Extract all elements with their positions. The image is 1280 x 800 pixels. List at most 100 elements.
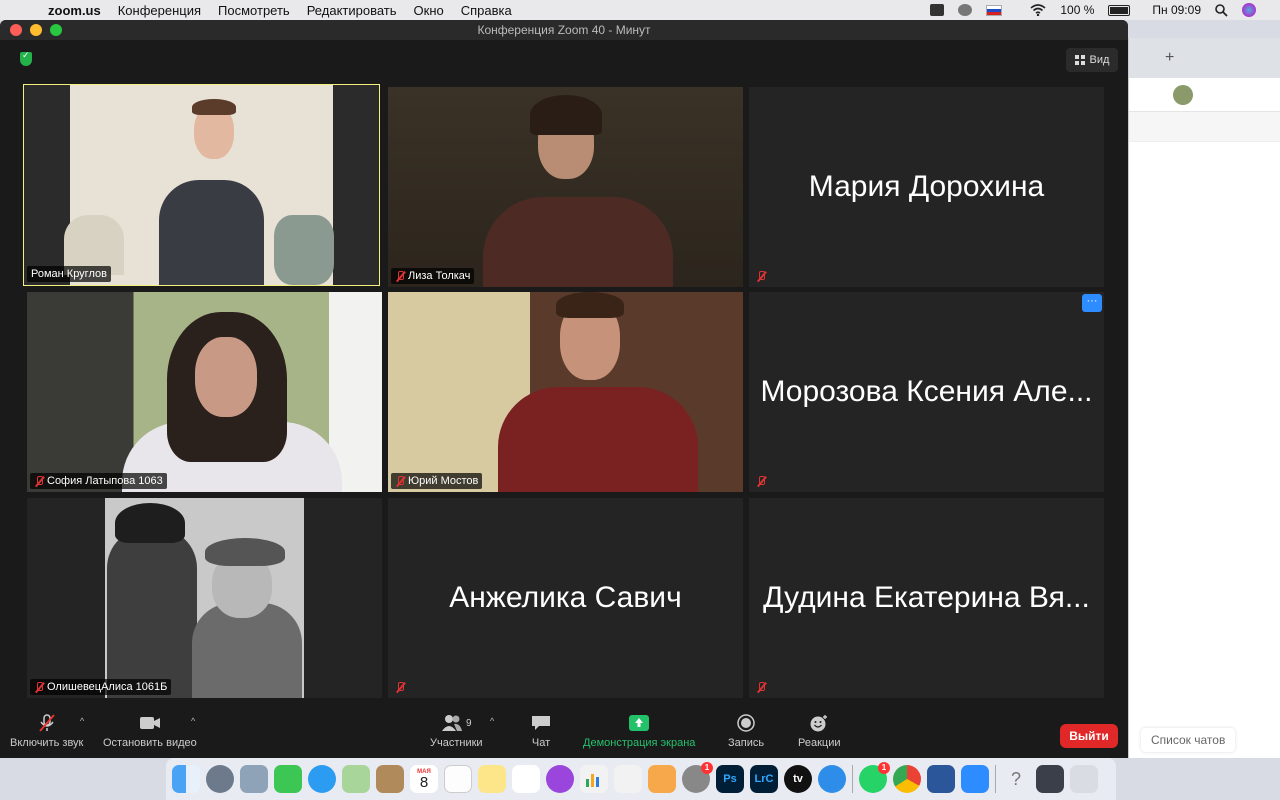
menu-clock[interactable]: Пн 09:09 bbox=[1152, 3, 1201, 17]
zoom-tray-icon[interactable] bbox=[930, 4, 945, 16]
profile-avatar[interactable] bbox=[1173, 84, 1193, 105]
apple-tv-label: tv bbox=[793, 773, 803, 785]
video-tile[interactable]: Лиза Толкач bbox=[388, 87, 743, 287]
input-source-flag-icon[interactable] bbox=[986, 4, 1003, 16]
keynote-icon[interactable] bbox=[614, 765, 642, 793]
video-tile[interactable]: Анжелика Савич bbox=[388, 498, 743, 698]
participant-display-name: Мария Дорохина bbox=[808, 170, 1045, 203]
share-screen-label: Демонстрация экрана bbox=[583, 737, 696, 749]
emoji-reaction-icon bbox=[810, 715, 828, 732]
participant-name-tag: София Латыпова 1063 bbox=[30, 473, 167, 489]
contacts-icon[interactable] bbox=[376, 765, 404, 793]
trash-icon[interactable] bbox=[1070, 765, 1098, 793]
more-options-button[interactable]: ··· bbox=[1082, 294, 1102, 312]
video-tile[interactable]: ОлишевецАлиса 1061Б bbox=[27, 498, 382, 698]
new-tab-icon[interactable]: + bbox=[1165, 49, 1174, 67]
reactions-button[interactable]: Реакции bbox=[798, 714, 841, 749]
video-options-chevron-icon[interactable]: ^ bbox=[191, 716, 195, 726]
window-title: Конференция Zoom 40 - Минут bbox=[477, 23, 651, 37]
siri-icon[interactable] bbox=[1242, 3, 1256, 17]
video-tile[interactable]: София Латыпова 1063 bbox=[27, 292, 382, 492]
preview-icon[interactable] bbox=[240, 765, 268, 793]
chat-button[interactable]: Чат bbox=[530, 714, 552, 749]
window-title-bar: Конференция Zoom 40 - Минут bbox=[0, 20, 1128, 40]
lightroom-classic-icon[interactable]: LrC bbox=[750, 765, 778, 793]
menu-edit[interactable]: Редактировать bbox=[307, 3, 397, 18]
chrome-icon[interactable] bbox=[893, 765, 921, 793]
participants-options-chevron-icon[interactable]: ^ bbox=[490, 716, 494, 726]
podcasts-icon[interactable] bbox=[546, 765, 574, 793]
chat-bubble-icon bbox=[532, 716, 550, 730]
dock-separator bbox=[852, 765, 853, 793]
leave-meeting-button[interactable]: Выйти bbox=[1060, 724, 1118, 748]
safari-icon[interactable] bbox=[818, 765, 846, 793]
notes-icon[interactable] bbox=[478, 765, 506, 793]
muted-microphone-icon bbox=[38, 714, 55, 732]
security-shield-icon[interactable] bbox=[20, 50, 32, 66]
battery-icon[interactable] bbox=[1108, 4, 1131, 16]
video-tile[interactable]: Юрий Мостов bbox=[388, 292, 743, 492]
muted-mic-icon bbox=[34, 475, 44, 487]
photoshop-icon[interactable]: Ps bbox=[716, 765, 744, 793]
menu-window[interactable]: Окно bbox=[414, 3, 444, 18]
calendar-icon[interactable]: МАЯ 8 bbox=[410, 765, 438, 793]
record-button[interactable]: Запись bbox=[728, 714, 764, 749]
finder-icon[interactable] bbox=[172, 765, 200, 793]
pages-icon[interactable] bbox=[648, 765, 676, 793]
participant-name-tag: Юрий Мостов bbox=[391, 473, 483, 489]
video-tile[interactable]: Роман Круглов bbox=[23, 84, 380, 286]
apple-tv-icon[interactable]: tv bbox=[784, 765, 812, 793]
facetime-icon[interactable] bbox=[274, 765, 302, 793]
video-tile[interactable]: Мария Дорохина bbox=[749, 87, 1104, 287]
menu-view[interactable]: Посмотреть bbox=[218, 3, 290, 18]
numbers-icon[interactable] bbox=[580, 765, 608, 793]
whatsapp-icon[interactable]: 1 bbox=[859, 762, 890, 793]
creative-cloud-icon[interactable] bbox=[958, 4, 973, 16]
spotlight-search-icon[interactable] bbox=[1215, 3, 1228, 17]
music-icon[interactable] bbox=[512, 765, 540, 793]
maps-icon[interactable] bbox=[342, 765, 370, 793]
stop-video-button[interactable]: Остановить видео bbox=[103, 714, 197, 749]
participant-name-tag bbox=[391, 680, 409, 695]
participant-name-tag bbox=[752, 680, 770, 695]
messages-icon[interactable] bbox=[308, 765, 336, 793]
unmute-label: Включить звук bbox=[10, 737, 84, 749]
participants-button[interactable]: 9 Участники bbox=[430, 714, 483, 749]
participants-icon bbox=[442, 715, 462, 731]
participant-name: София Латыпова 1063 bbox=[47, 475, 163, 487]
view-button-label: Вид bbox=[1089, 54, 1110, 66]
browser-tab-bar: + bbox=[1129, 38, 1280, 78]
launchpad-icon[interactable] bbox=[206, 765, 234, 793]
record-icon bbox=[737, 714, 755, 732]
grid-view-icon bbox=[1074, 55, 1085, 65]
app-menu-zoom[interactable]: zoom.us bbox=[48, 3, 101, 18]
browser-toolbar bbox=[1129, 78, 1280, 112]
system-preferences-icon[interactable]: 1 bbox=[682, 762, 713, 793]
wifi-icon[interactable] bbox=[1030, 4, 1046, 16]
macos-dock: МАЯ 8 1 Ps LrC tv 1 ? bbox=[166, 758, 1116, 800]
word-icon[interactable] bbox=[927, 765, 955, 793]
menu-conference[interactable]: Конференция bbox=[118, 3, 201, 18]
participant-display-name: Анжелика Савич bbox=[449, 581, 682, 614]
audio-options-chevron-icon[interactable]: ^ bbox=[80, 716, 84, 726]
participant-name: Лиза Толкач bbox=[408, 270, 471, 282]
menu-help[interactable]: Справка bbox=[461, 3, 512, 18]
video-feed-image bbox=[24, 85, 379, 285]
participant-display-name: Дудина Екатерина Вя... bbox=[763, 581, 1090, 614]
notification-badge: 1 bbox=[878, 762, 890, 774]
downloads-stack-icon[interactable] bbox=[1036, 765, 1064, 793]
muted-mic-icon bbox=[756, 476, 766, 487]
video-tile[interactable]: Морозова Ксения Але... ··· bbox=[749, 292, 1104, 492]
background-browser-window: + Список чатов bbox=[1128, 38, 1280, 758]
lightroom-label: LrC bbox=[754, 773, 774, 785]
share-screen-button[interactable]: Демонстрация экрана bbox=[583, 714, 695, 749]
zoom-meeting-window: Конференция Zoom 40 - Минут Вид Роман Кр… bbox=[0, 20, 1128, 758]
view-button[interactable]: Вид bbox=[1066, 48, 1118, 72]
video-tile[interactable]: Дудина Екатерина Вя... bbox=[749, 498, 1104, 698]
unmute-button[interactable]: Включить звук bbox=[10, 714, 83, 749]
help-icon[interactable]: ? bbox=[1002, 765, 1030, 793]
chat-list-button[interactable]: Список чатов bbox=[1141, 728, 1236, 752]
reminders-icon[interactable] bbox=[444, 765, 472, 793]
zoom-icon[interactable] bbox=[961, 765, 989, 793]
video-feed-image bbox=[388, 292, 743, 492]
